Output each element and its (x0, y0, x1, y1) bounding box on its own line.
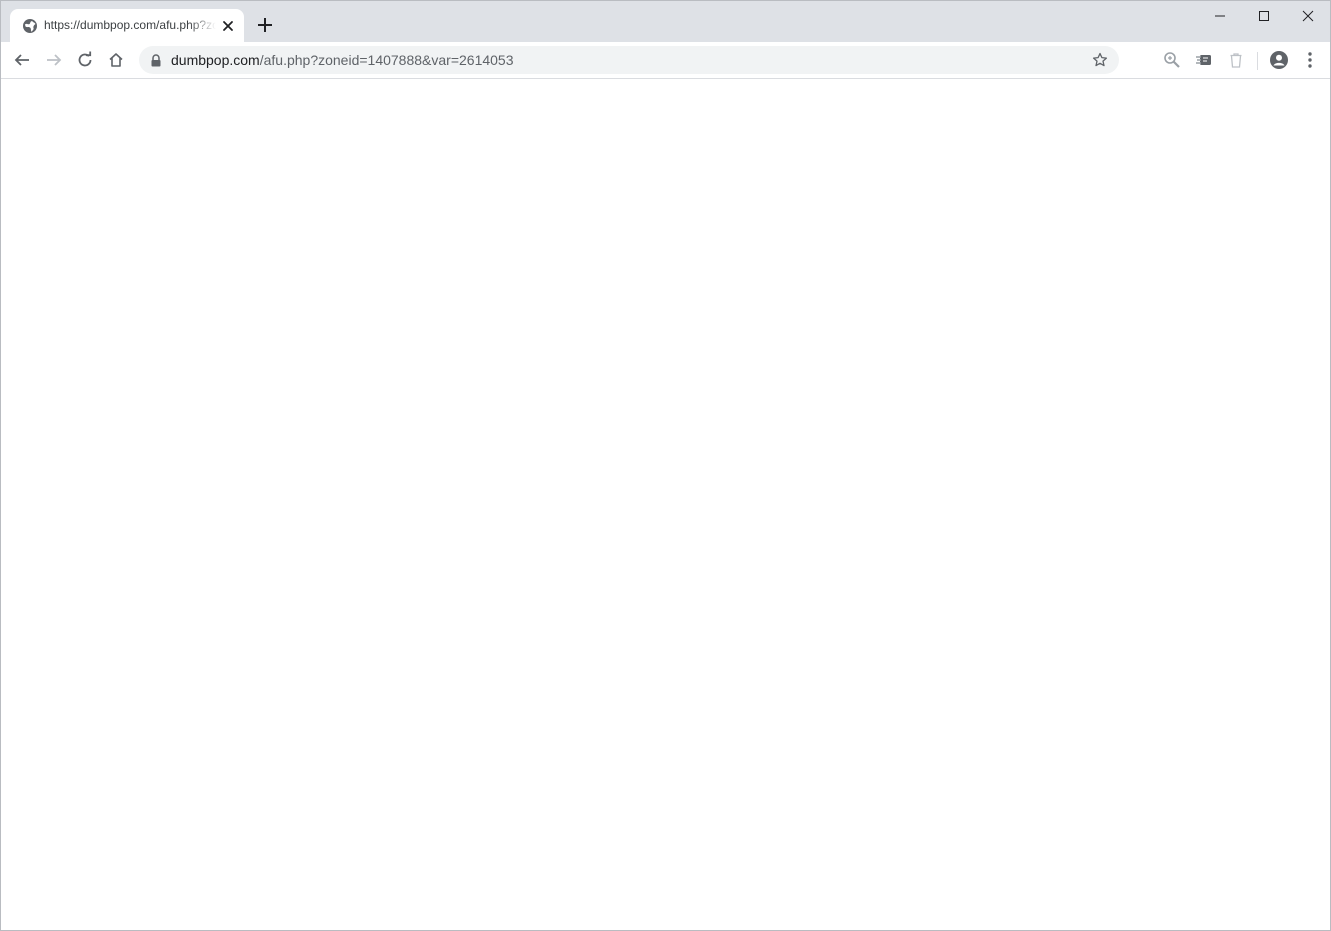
lock-icon[interactable] (150, 54, 162, 67)
maximize-icon[interactable] (1242, 5, 1286, 27)
address-bar[interactable]: dumbpop.com/afu.php?zoneid=1407888&var=2… (139, 46, 1119, 74)
page-content (1, 79, 1330, 930)
forward-arrow-icon[interactable] (42, 48, 66, 72)
profile-icon[interactable] (1269, 50, 1289, 70)
browser-window: https://dumbpop.com/afu.php?zoneid=14078… (0, 0, 1331, 931)
minimize-icon[interactable] (1198, 5, 1242, 27)
zoom-extension-icon[interactable] (1163, 51, 1181, 69)
window-close-icon[interactable] (1286, 5, 1330, 27)
back-arrow-icon[interactable] (10, 48, 34, 72)
active-tab[interactable]: https://dumbpop.com/afu.php?zoneid=14078… (10, 9, 244, 42)
trash-extension-icon[interactable] (1227, 51, 1245, 69)
puzzle-extension-icon[interactable] (1195, 51, 1213, 69)
browser-toolbar: dumbpop.com/afu.php?zoneid=1407888&var=2… (1, 42, 1330, 79)
star-icon[interactable] (1092, 52, 1108, 68)
tab-title: https://dumbpop.com/afu.php?zoneid=14078… (44, 18, 216, 32)
url-text[interactable]: dumbpop.com/afu.php?zoneid=1407888&var=2… (171, 46, 514, 74)
tab-close-icon[interactable] (220, 18, 236, 34)
kebab-menu-icon[interactable] (1301, 50, 1319, 70)
home-icon[interactable] (104, 48, 128, 72)
globe-icon (22, 18, 38, 34)
toolbar-divider (1257, 52, 1258, 70)
url-host: dumbpop.com (171, 52, 260, 68)
new-tab-plus-icon[interactable] (255, 15, 275, 35)
reload-icon[interactable] (73, 48, 97, 72)
url-path: /afu.php?zoneid=1407888&var=2614053 (259, 52, 514, 68)
tab-strip: https://dumbpop.com/afu.php?zoneid=14078… (1, 1, 1330, 42)
